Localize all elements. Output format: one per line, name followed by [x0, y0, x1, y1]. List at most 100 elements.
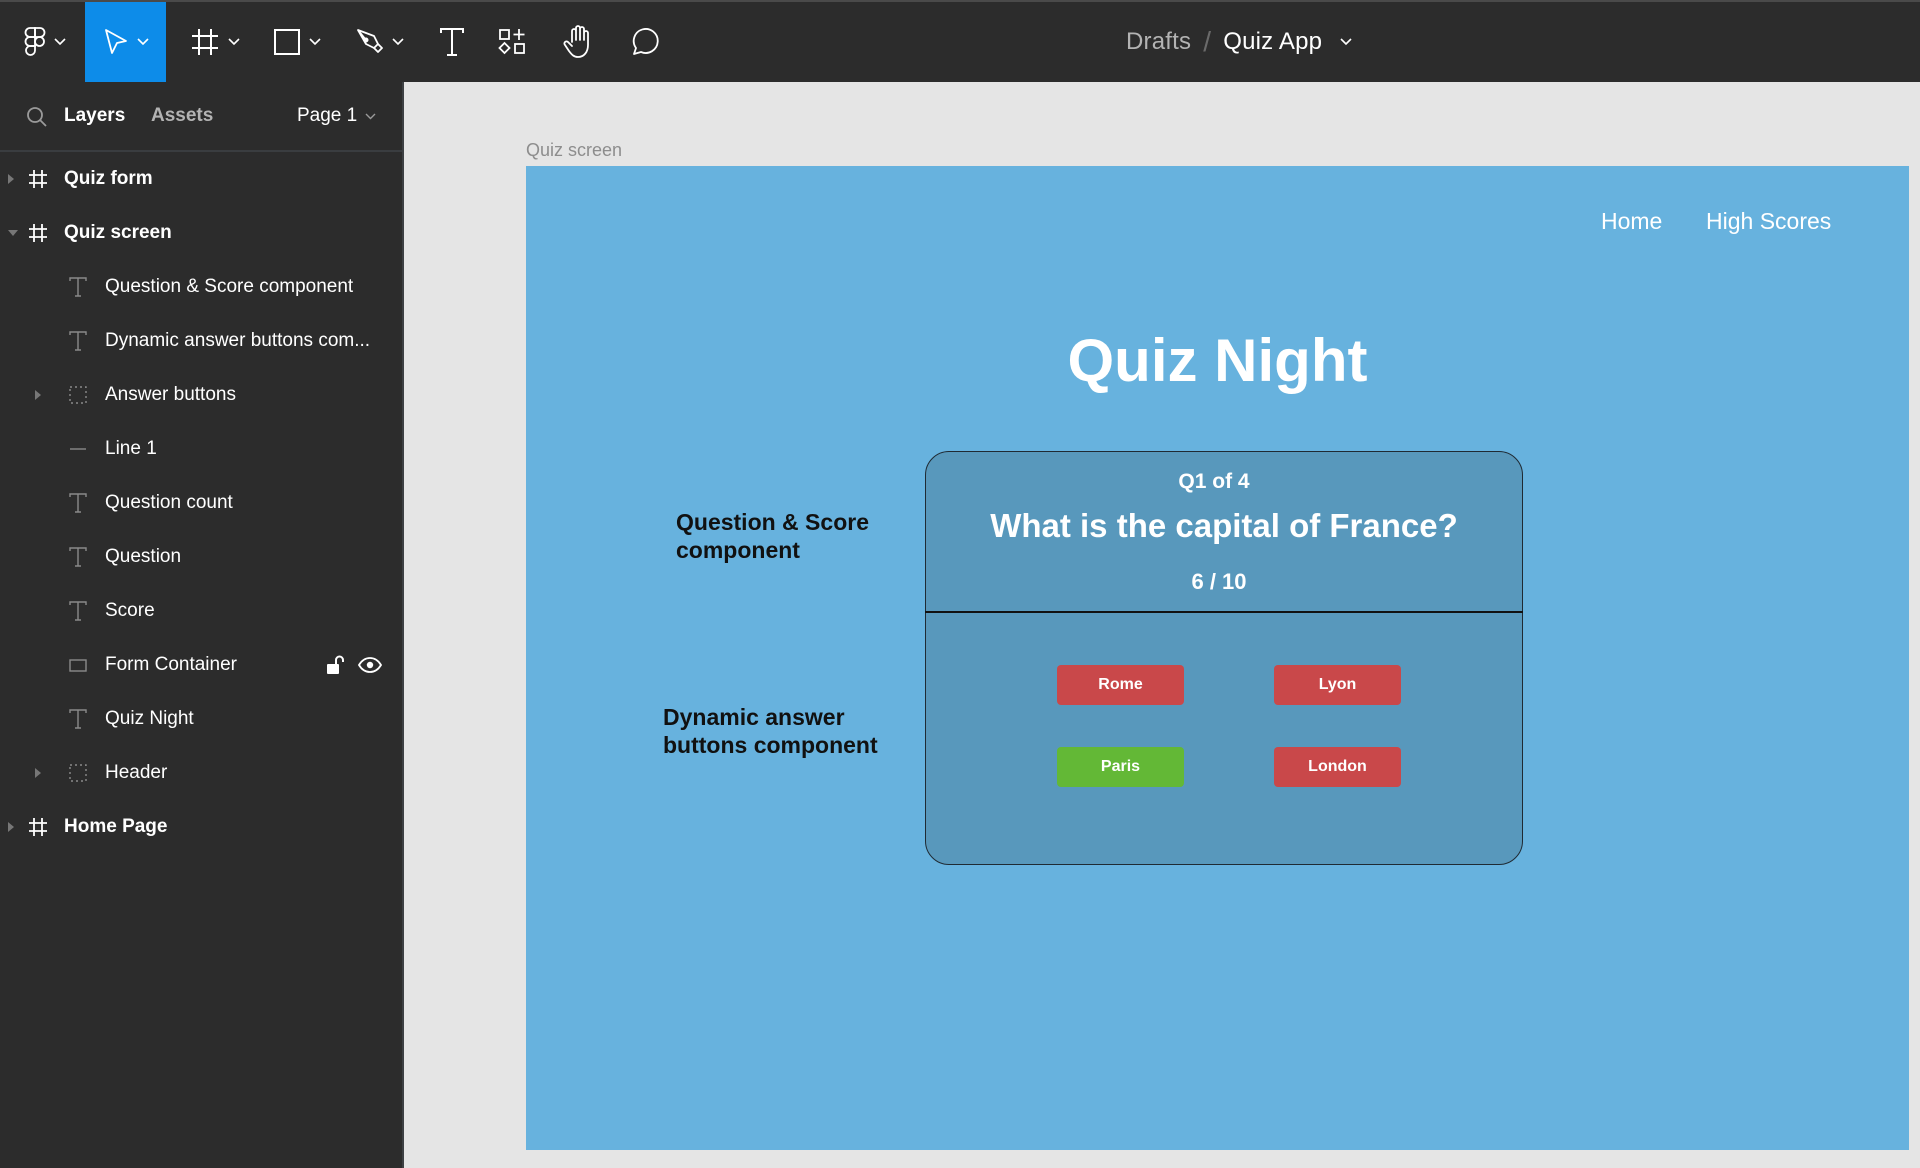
layer-header[interactable]: Header: [0, 746, 402, 800]
answer-button-london[interactable]: London: [1274, 747, 1401, 787]
frame-icon: [26, 815, 50, 839]
layers-panel: Layers Assets Page 1 Quiz form Quiz scre…: [0, 82, 404, 1168]
question-text: What is the capital of France?: [990, 507, 1458, 544]
layer-home-page[interactable]: Home Page: [0, 800, 402, 854]
layer-name: Quiz Night: [105, 708, 194, 729]
layer-question[interactable]: Question: [0, 530, 402, 584]
text-layer-icon: [66, 599, 90, 623]
unlock-icon[interactable]: [326, 654, 344, 676]
layer-score[interactable]: Score: [0, 584, 402, 638]
nav-home-link[interactable]: Home: [1601, 208, 1662, 235]
hand-icon: [563, 25, 589, 58]
layer-name: Home Page: [64, 816, 168, 837]
layer-name: Score: [105, 600, 155, 621]
expand-caret-icon[interactable]: [8, 174, 14, 184]
layer-question-score-component[interactable]: Question & Score component: [0, 260, 402, 314]
annotation-question-score: Question & Score component: [676, 508, 869, 564]
chevron-down-icon: [136, 38, 149, 46]
text-layer-icon: [66, 545, 90, 569]
chevron-down-icon: [54, 38, 66, 46]
text-layer-icon: [66, 275, 90, 299]
layer-name: Dynamic answer buttons com...: [105, 330, 371, 351]
answer-button-rome[interactable]: Rome: [1057, 665, 1184, 705]
annotation-line: Question & Score: [676, 509, 869, 535]
eye-icon[interactable]: [358, 657, 382, 673]
layer-name: Question count: [105, 492, 233, 513]
pen-tool-button[interactable]: [345, 2, 415, 82]
form-container[interactable]: Q1 of 4 What is the capital of France? 6…: [925, 451, 1523, 865]
layer-quiz-screen[interactable]: Quiz screen: [0, 206, 402, 260]
text-icon: [440, 28, 464, 56]
main-menu-button[interactable]: [10, 2, 80, 82]
annotation-dynamic-buttons: Dynamic answer buttons component: [663, 703, 878, 759]
chevron-down-icon[interactable]: [1340, 38, 1352, 46]
expand-caret-icon[interactable]: [35, 768, 41, 778]
chevron-down-icon: [228, 38, 240, 46]
layer-name: Header: [105, 762, 168, 783]
divider-line: [925, 611, 1523, 613]
layer-question-count[interactable]: Question count: [0, 476, 402, 530]
rectangle-icon: [274, 29, 300, 55]
text-tool-button[interactable]: [422, 2, 482, 82]
breadcrumb-file-name[interactable]: Quiz App: [1223, 28, 1322, 56]
comment-tool-button[interactable]: [615, 2, 675, 82]
layer-name: Quiz form: [64, 168, 153, 189]
annotation-line: Dynamic answer: [663, 704, 845, 730]
move-tool-button[interactable]: [85, 2, 166, 82]
resources-tool-button[interactable]: [482, 2, 542, 82]
figma-logo-icon: [24, 27, 46, 56]
text-layer-icon: [66, 491, 90, 515]
move-arrow-icon: [104, 29, 127, 54]
collapse-caret-icon[interactable]: [8, 230, 18, 236]
layer-quiz-night[interactable]: Quiz Night: [0, 692, 402, 746]
annotation-line: component: [676, 537, 800, 563]
score-text: 6 / 10: [1191, 569, 1247, 594]
answer-button-paris[interactable]: Paris: [1057, 747, 1184, 787]
answer-button-lyon[interactable]: Lyon: [1274, 665, 1401, 705]
layer-name: Answer buttons: [105, 384, 236, 405]
page-selector[interactable]: Page 1: [297, 105, 376, 127]
layer-form-container[interactable]: Form Container: [0, 638, 402, 692]
frame-hash-icon: [192, 29, 218, 55]
quiz-title: Quiz Night: [1067, 327, 1368, 394]
components-icon: [498, 29, 525, 55]
text-layer-icon: [66, 329, 90, 353]
chevron-down-icon: [392, 38, 404, 46]
tab-assets[interactable]: Assets: [151, 105, 213, 127]
rectangle-layer-icon: [66, 653, 90, 677]
layer-quiz-form[interactable]: Quiz form: [0, 152, 402, 206]
question-count: Q1 of 4: [1178, 470, 1250, 493]
breadcrumb-separator: /: [1203, 26, 1212, 57]
chevron-down-icon: [365, 113, 376, 119]
layer-name: Line 1: [105, 438, 157, 459]
shape-tool-button[interactable]: [262, 2, 332, 82]
hand-tool-button[interactable]: [548, 2, 608, 82]
layer-name: Question & Score component: [105, 276, 354, 297]
breadcrumb: Drafts / Quiz App: [1126, 2, 1352, 82]
tab-layers[interactable]: Layers: [64, 105, 125, 127]
nav-high-scores-link[interactable]: High Scores: [1706, 208, 1831, 235]
layer-dynamic-answer-buttons-component[interactable]: Dynamic answer buttons com...: [0, 314, 402, 368]
toolbar: Drafts / Quiz App: [0, 0, 1920, 82]
layer-name: Quiz screen: [64, 222, 172, 243]
layer-actions: [326, 654, 382, 676]
frame-tool-button[interactable]: [180, 2, 250, 82]
search-icon[interactable]: [26, 106, 48, 128]
pen-icon: [357, 29, 383, 53]
expand-caret-icon[interactable]: [8, 822, 14, 832]
breadcrumb-project[interactable]: Drafts: [1126, 28, 1191, 56]
frame-label[interactable]: Quiz screen: [526, 140, 622, 161]
page-selector-label: Page 1: [297, 105, 358, 126]
group-icon: [66, 761, 90, 785]
layers-panel-header: Layers Assets Page 1: [0, 82, 402, 152]
expand-caret-icon[interactable]: [35, 390, 41, 400]
layer-answer-buttons[interactable]: Answer buttons: [0, 368, 402, 422]
layer-line-1[interactable]: Line 1: [0, 422, 402, 476]
frame-icon: [26, 221, 50, 245]
annotation-line: buttons component: [663, 732, 878, 758]
comment-icon: [632, 28, 659, 55]
line-icon: [66, 437, 90, 461]
quiz-screen-frame[interactable]: Home High Scores Quiz Night Question & S…: [526, 166, 1909, 1150]
frame-icon: [26, 167, 50, 191]
text-layer-icon: [66, 707, 90, 731]
